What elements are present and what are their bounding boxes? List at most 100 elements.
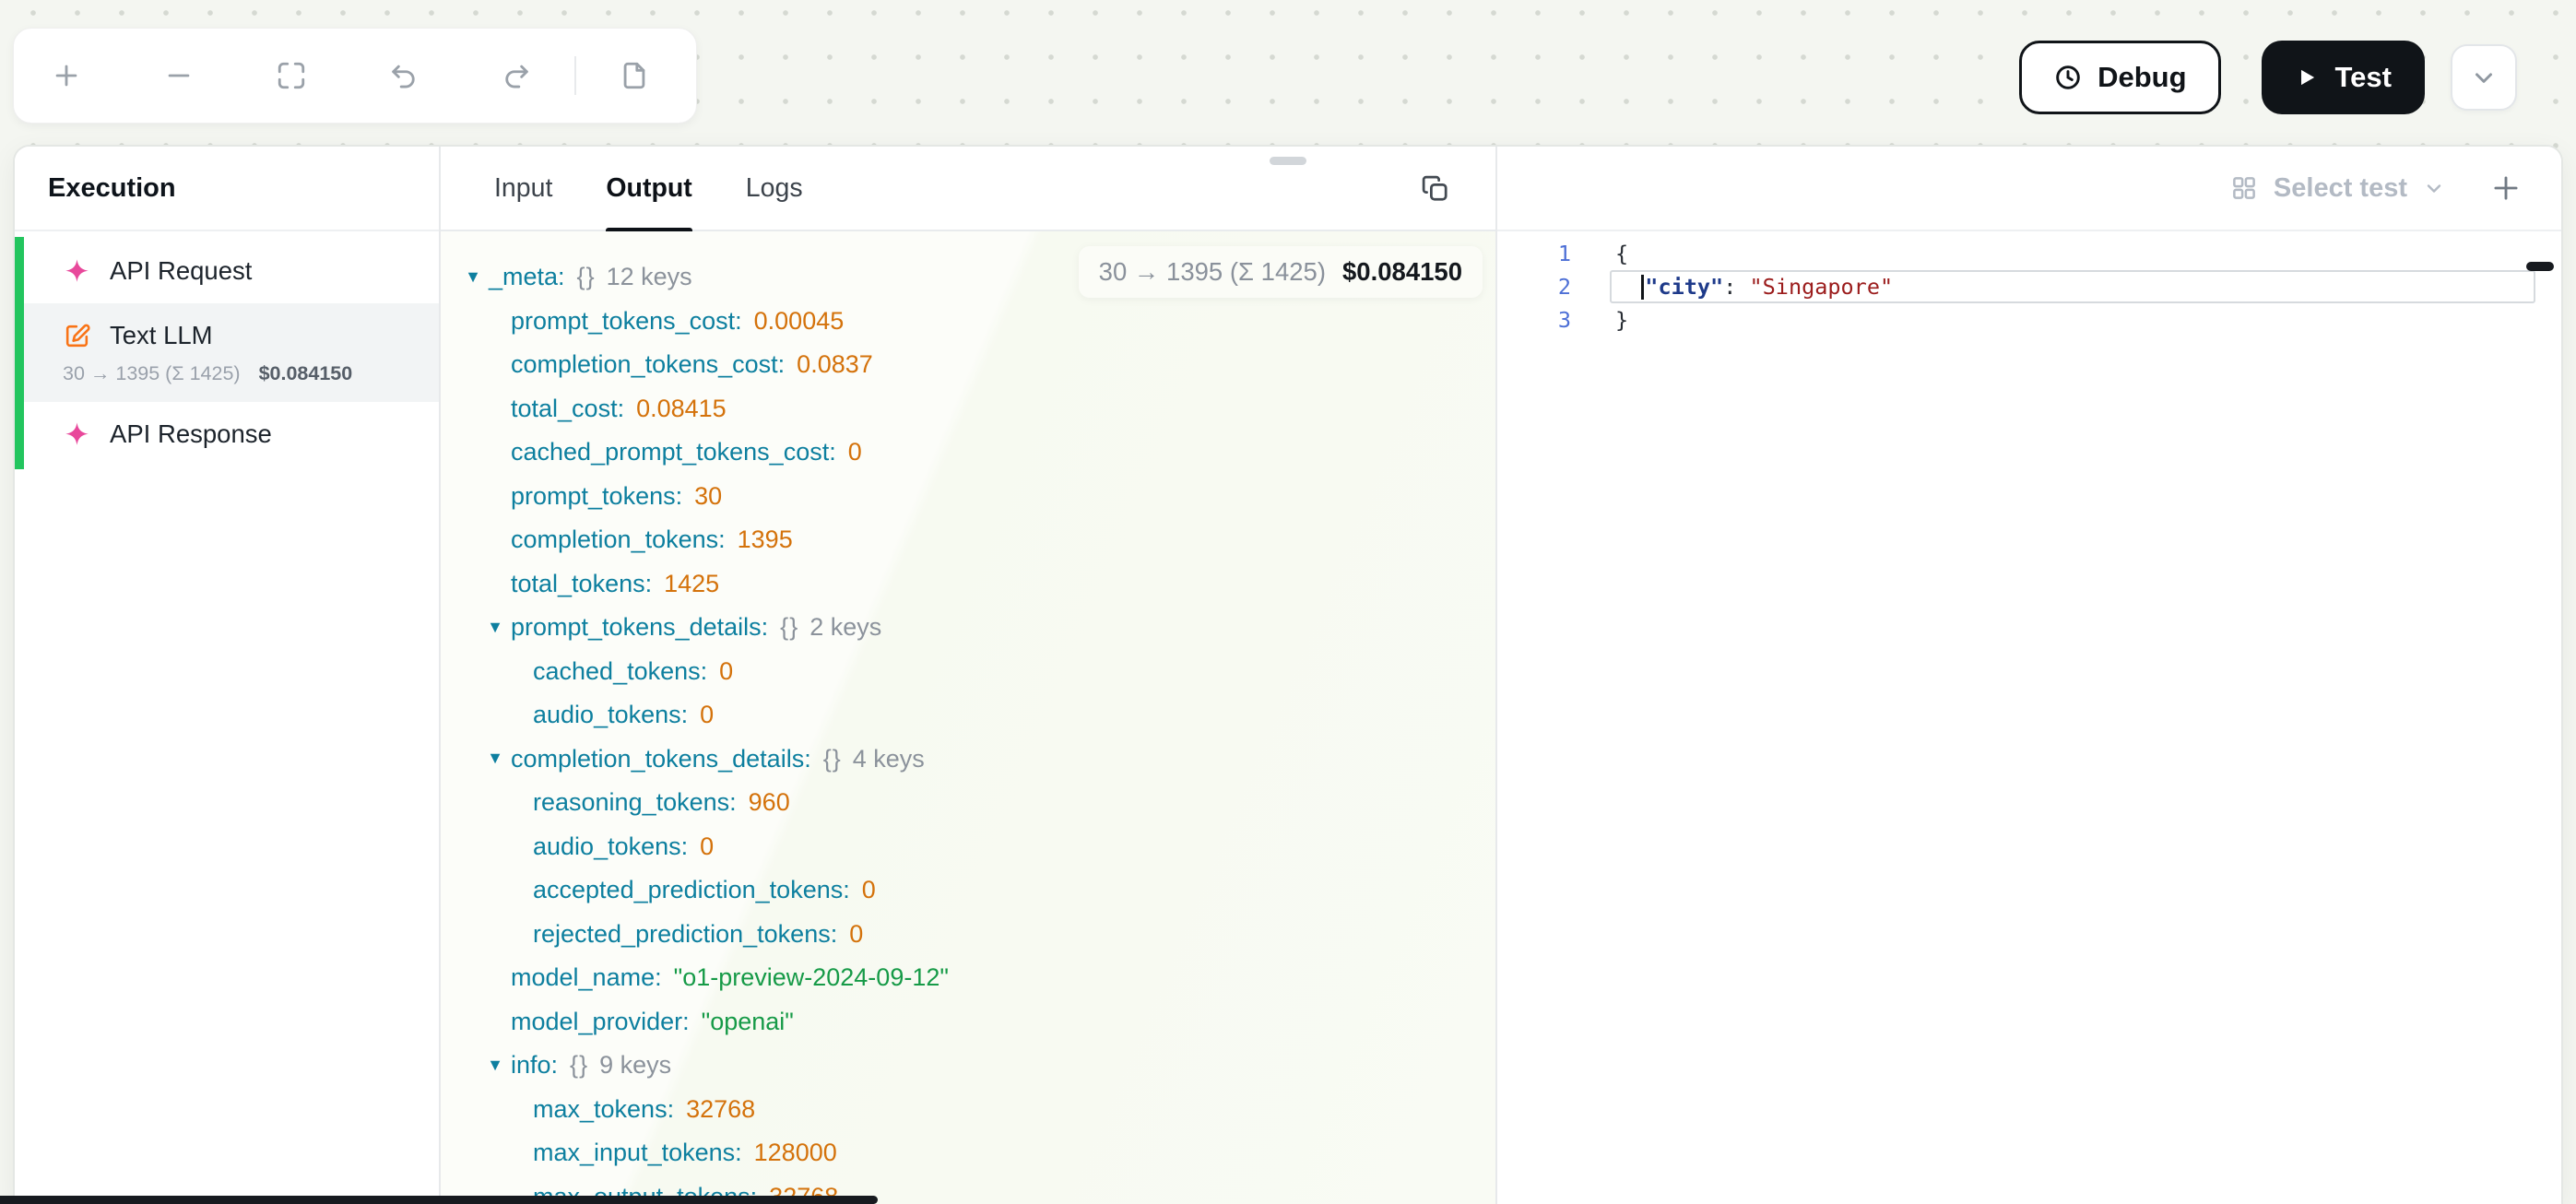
fit-view-button[interactable] xyxy=(274,58,309,93)
json-value: 1425 xyxy=(664,570,719,598)
copy-output-button[interactable] xyxy=(1416,170,1453,207)
tab-logs[interactable]: Logs xyxy=(746,147,803,230)
json-value: 30 xyxy=(694,482,722,511)
json-value: {}4 keys xyxy=(823,745,925,773)
node-panel-header: Input Output Logs xyxy=(441,147,1495,231)
json-key: prompt_tokens_cost: xyxy=(511,307,742,336)
json-tree-row: reasoning_tokens:960 xyxy=(441,781,1495,825)
test-button-label: Test xyxy=(2335,61,2392,94)
test-button[interactable]: Test xyxy=(2262,41,2425,114)
horizontal-scrollbar-thumb[interactable] xyxy=(0,1196,878,1204)
json-tree-row: completion_tokens:1395 xyxy=(441,518,1495,562)
execution-item-text-llm[interactable]: Text LLM30 → 1395 (Σ 1425)$0.084150 xyxy=(15,303,439,402)
json-value: 0 xyxy=(862,876,876,904)
execution-item-row: Text LLM xyxy=(15,303,439,368)
tab-label: Output xyxy=(606,173,691,204)
collapse-toggle-icon[interactable]: ▼ xyxy=(483,1056,507,1075)
execution-status-bar xyxy=(15,237,24,469)
code-line-1[interactable]: 1{ xyxy=(1497,237,2561,270)
json-tree-row: audio_tokens:0 xyxy=(441,693,1495,738)
json-value: "o1-preview-2024-09-12" xyxy=(674,963,949,992)
debug-button[interactable]: Debug xyxy=(2019,41,2220,114)
execution-item-api-response[interactable]: API Response xyxy=(15,402,439,466)
json-value: 1395 xyxy=(738,525,793,554)
plus-icon xyxy=(2488,171,2523,206)
json-key: reasoning_tokens: xyxy=(533,788,737,817)
execution-list: API RequestText LLM30 → 1395 (Σ 1425)$0.… xyxy=(15,231,439,466)
tab-output[interactable]: Output xyxy=(606,147,691,230)
json-key: model_provider: xyxy=(511,1008,690,1036)
json-tree-row: model_provider:"openai" xyxy=(441,1000,1495,1045)
json-tree-row: audio_tokens:0 xyxy=(441,825,1495,869)
line-number: 2 xyxy=(1497,270,1571,303)
test-options-button[interactable] xyxy=(2451,44,2517,111)
code-line-2[interactable]: 2 "city": "Singapore" xyxy=(1497,270,2561,303)
object-braces-icon: {} xyxy=(780,613,798,641)
execution-item-label: Text LLM xyxy=(110,321,213,350)
undo-icon xyxy=(388,60,419,91)
json-value: 0 xyxy=(848,438,862,466)
add-test-button[interactable] xyxy=(2486,168,2526,208)
json-value: 0 xyxy=(849,920,863,949)
code-editor[interactable]: 1{2 "city": "Singapore"3} xyxy=(1497,231,2561,1204)
tab-label: Input xyxy=(494,173,552,204)
copy-icon xyxy=(1420,173,1450,204)
collapse-toggle-icon[interactable]: ▼ xyxy=(483,618,507,637)
panel-resize-handle[interactable] xyxy=(1270,157,1306,165)
grid-icon xyxy=(2230,174,2258,202)
json-value: {}9 keys xyxy=(570,1051,671,1080)
json-key: cached_prompt_tokens_cost: xyxy=(511,438,836,466)
text-cursor xyxy=(1641,275,1644,300)
json-key: prompt_tokens: xyxy=(511,482,682,511)
json-tree-row: prompt_tokens: 30 xyxy=(441,475,1495,519)
json-value: 0 xyxy=(700,701,714,729)
json-key: max_input_tokens: xyxy=(533,1139,742,1167)
code-line-3[interactable]: 3} xyxy=(1497,303,2561,336)
key-count: 12 keys xyxy=(607,263,692,290)
json-key: info: xyxy=(511,1051,558,1080)
undo-button[interactable] xyxy=(386,58,421,93)
collapse-toggle-icon[interactable]: ▼ xyxy=(483,749,507,768)
node-output-panel: InputOutputLogs 30 → 1395 (Σ 1425) $0.08… xyxy=(441,147,1497,1204)
json-key: completion_tokens_details: xyxy=(511,745,811,773)
redo-button[interactable] xyxy=(499,58,534,93)
canvas-toolbar xyxy=(13,28,697,124)
select-test-dropdown[interactable]: Select test xyxy=(2230,173,2445,204)
tab-input[interactable]: Input xyxy=(494,147,552,230)
json-tree-row: cached_prompt_tokens_cost: 0 xyxy=(441,431,1495,475)
play-icon xyxy=(2295,65,2319,89)
execution-item-label: API Request xyxy=(110,256,252,286)
redo-icon xyxy=(501,60,532,91)
chevron-down-icon xyxy=(2423,177,2445,199)
key-count: 9 keys xyxy=(599,1051,671,1079)
tab-label: Logs xyxy=(746,173,803,204)
code-line-text: "city": "Singapore" xyxy=(1610,270,2535,303)
json-key: model_name: xyxy=(511,963,662,992)
object-braces-icon: {} xyxy=(577,263,596,290)
fit-view-icon xyxy=(276,60,307,91)
json-value: {} 12 keys xyxy=(577,263,692,291)
execution-item-api-request[interactable]: API Request xyxy=(15,239,439,303)
json-key: cached_tokens: xyxy=(533,657,707,686)
vertical-scrollbar-thumb[interactable] xyxy=(2526,262,2554,271)
token-summary: 30 → 1395 (Σ 1425) xyxy=(63,362,241,385)
json-value: 32768 xyxy=(686,1095,755,1124)
collapse-toggle-icon[interactable]: ▼ xyxy=(461,267,485,287)
note-button[interactable] xyxy=(617,58,652,93)
json-tree-row: cached_tokens: 0 xyxy=(441,650,1495,694)
json-tree-row: completion_tokens_cost:0.0837 xyxy=(441,343,1495,387)
json-tree-row: model_name: "o1-preview-2024-09-12" xyxy=(441,956,1495,1000)
json-value: 0.00045 xyxy=(754,307,845,336)
json-value: {}2 keys xyxy=(780,613,881,642)
code-line-text: { xyxy=(1610,237,2535,270)
execution-item-row: API Request xyxy=(15,239,439,303)
zoom-in-button[interactable] xyxy=(49,58,84,93)
text-edit-icon xyxy=(63,322,91,350)
toolbar-separator xyxy=(574,56,576,95)
json-key: accepted_prediction_tokens: xyxy=(533,876,850,904)
zoom-out-icon xyxy=(163,60,195,91)
json-key: total_tokens: xyxy=(511,570,652,598)
json-value: 0 xyxy=(719,657,733,686)
key-count: 4 keys xyxy=(853,745,925,773)
zoom-out-button[interactable] xyxy=(161,58,196,93)
